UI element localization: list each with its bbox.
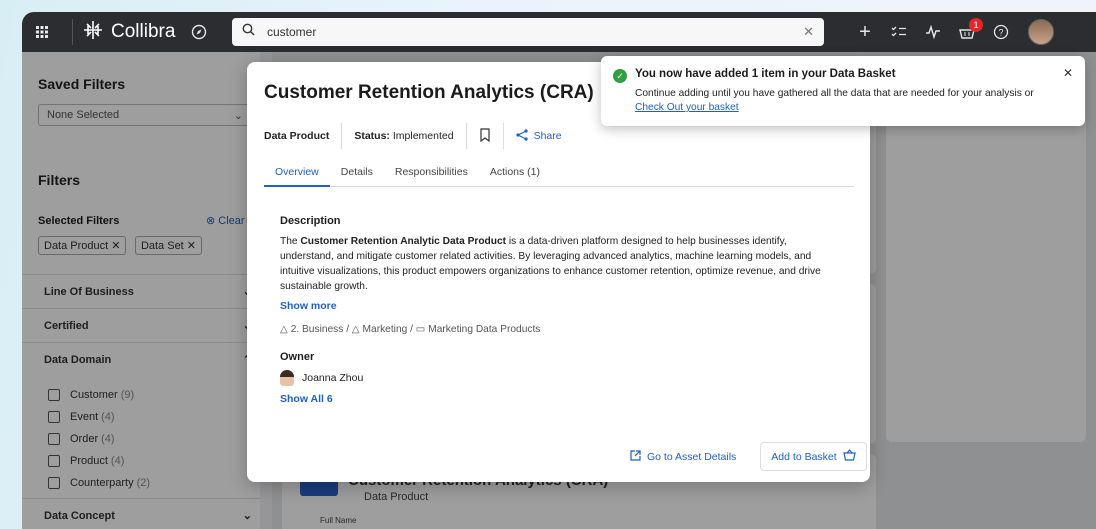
top-bar-actions: + 1 ?: [848, 12, 1054, 52]
toast-title: You now have added 1 item in your Data B…: [635, 68, 896, 80]
close-icon[interactable]: ✕: [1063, 66, 1073, 80]
domain-icon: ▭: [415, 324, 426, 335]
add-to-basket-button[interactable]: Add to Basket: [760, 442, 867, 471]
breadcrumb-item[interactable]: Marketing: [363, 324, 408, 335]
modal-footer: Go to Asset Details Add to Basket: [620, 442, 867, 471]
brand-logo[interactable]: Collibra: [83, 20, 175, 45]
brand-name: Collibra: [111, 21, 176, 42]
collibra-logo-icon: [83, 20, 103, 45]
share-icon: [515, 128, 528, 144]
clear-search-icon[interactable]: ✕: [803, 24, 814, 40]
toast-body: Continue adding until you have gathered …: [635, 87, 1065, 115]
description-heading: Description: [280, 215, 341, 227]
asset-type: Data Product: [264, 130, 330, 142]
apps-grid-icon[interactable]: [22, 12, 62, 52]
owner-row[interactable]: Joanna Zhou: [280, 370, 363, 386]
help-icon[interactable]: ?: [984, 12, 1018, 52]
status-value: Implemented: [392, 130, 454, 142]
community-icon: △: [280, 324, 288, 335]
tab-details[interactable]: Details: [330, 162, 384, 187]
bookmark-icon[interactable]: [479, 127, 491, 145]
tab-actions[interactable]: Actions (1): [479, 162, 551, 187]
toast-message: Continue adding until you have gathered …: [635, 88, 1034, 99]
status-label: Status:: [354, 130, 390, 142]
user-avatar[interactable]: [1028, 19, 1054, 45]
success-check-icon: ✓: [613, 69, 627, 83]
basket-icon[interactable]: 1: [950, 12, 984, 52]
owner-heading: Owner: [280, 351, 315, 363]
breadcrumb: △ 2. Business / △ Marketing / ▭ Marketin…: [280, 324, 541, 335]
divider: [341, 123, 343, 149]
divider: [72, 19, 73, 45]
show-more-link[interactable]: Show more: [280, 300, 337, 312]
go-to-asset-details-label: Go to Asset Details: [647, 450, 737, 463]
owner-name: Joanna Zhou: [302, 372, 364, 384]
top-bar: Collibra customer ✕ + 1 ?: [22, 12, 1096, 52]
compass-icon[interactable]: [181, 12, 217, 52]
go-to-asset-details-button[interactable]: Go to Asset Details: [620, 444, 746, 470]
share-label: Share: [533, 130, 562, 142]
svg-text:?: ?: [998, 28, 1003, 38]
add-icon[interactable]: +: [848, 12, 882, 52]
success-toast: ✓ You now have added 1 item in your Data…: [601, 56, 1085, 126]
divider: [502, 123, 504, 149]
modal-tabs: Overview Details Responsibilities Action…: [264, 162, 854, 187]
description-prefix: The: [280, 236, 301, 247]
description-text: The Customer Retention Analytic Data Pro…: [280, 234, 842, 294]
basket-icon: [842, 449, 856, 464]
check-out-basket-link[interactable]: Check Out your basket: [635, 102, 739, 113]
basket-count-badge: 1: [969, 18, 983, 32]
share-button[interactable]: Share: [515, 128, 562, 144]
owner-avatar: [280, 370, 294, 386]
tab-responsibilities[interactable]: Responsibilities: [384, 162, 479, 187]
modal-title: Customer Retention Analytics (CRA): [264, 82, 594, 103]
breadcrumb-item[interactable]: 2. Business: [291, 324, 344, 335]
modal-meta-row: Data Product Status: Implemented Share: [264, 122, 562, 150]
search-input[interactable]: customer: [267, 25, 803, 39]
add-to-basket-label: Add to Basket: [771, 450, 837, 463]
activity-icon[interactable]: [916, 12, 950, 52]
community-icon: △: [351, 324, 360, 335]
search-bar[interactable]: customer ✕: [232, 18, 824, 46]
external-link-icon: [630, 449, 641, 464]
search-icon: [242, 23, 255, 41]
divider: [465, 123, 467, 149]
description-bold: Customer Retention Analytic Data Product: [300, 236, 507, 247]
show-all-link[interactable]: Show All 6: [280, 393, 333, 405]
tasks-icon[interactable]: [882, 12, 916, 52]
breadcrumb-item[interactable]: Marketing Data Products: [428, 324, 540, 335]
tab-overview[interactable]: Overview: [264, 162, 330, 187]
